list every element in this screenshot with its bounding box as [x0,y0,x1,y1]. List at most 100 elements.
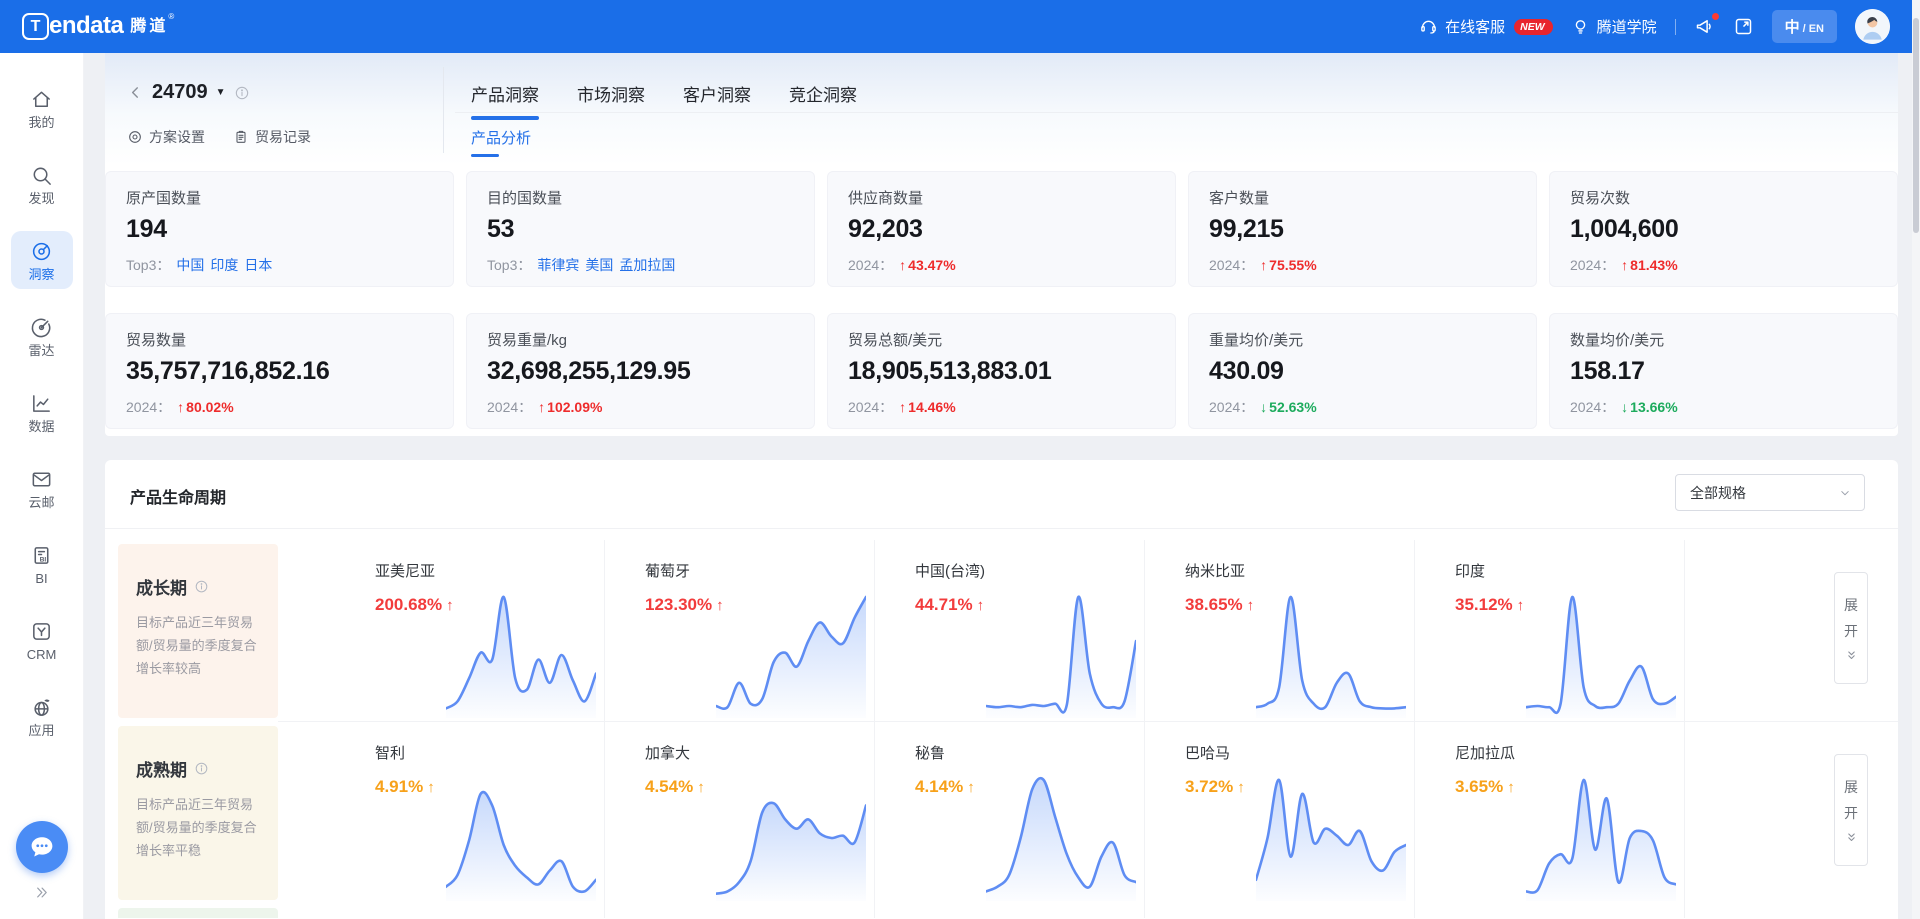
new-badge: NEW [1514,19,1553,35]
sparkline-chart [1526,590,1676,718]
trend-year-label: 2024： [1209,255,1254,275]
sidebar-item-search[interactable]: 发现 [11,155,73,213]
sparkline-chart [716,773,866,901]
top3-link[interactable]: 孟加拉国 [619,255,675,275]
stat-card-footer: Top3： 菲律宾美国孟加拉国 [487,255,794,275]
settings-target-icon [127,129,143,145]
trade-records-link[interactable]: 贸易记录 [233,127,311,147]
expand-button-char: 开 [1844,803,1858,823]
trade-records-label: 贸易记录 [255,127,311,147]
top3-label: Top3： [487,255,531,275]
growth-percentage-value: 3.72% [1185,777,1233,797]
stat-card-footer: 2024：↑43.47% [848,255,1155,275]
country-trend-cell[interactable]: 葡萄牙123.30%↑ [605,540,875,722]
info-icon[interactable] [234,85,250,101]
sidebar-collapse-button[interactable] [34,885,49,905]
scheme-dropdown-caret-icon[interactable]: ▼ [216,87,226,98]
top3-link[interactable]: 中国 [176,255,204,275]
trend-year-label: 2024： [126,397,171,417]
top3-link[interactable]: 印度 [210,255,238,275]
stage-name: 成长期 [136,574,187,599]
country-trend-cell[interactable]: 巴哈马3.72%↑ [1145,722,1415,904]
expand-button[interactable]: 展开 [1834,572,1868,684]
sidebar-item-crm[interactable]: CRM [11,611,73,669]
country-name: 葡萄牙 [645,560,690,581]
scheme-settings-label: 方案设置 [149,127,205,147]
trend-year-label: 2024： [1209,397,1254,417]
stat-cards-row-2: 贸易数量35,757,716,852.162024：↑80.02%贸易重量/kg… [105,313,1898,429]
stat-card-title: 供应商数量 [848,187,1155,208]
info-icon[interactable] [194,579,209,594]
tabs-underline-rule [455,112,1898,113]
expand-button-char: 开 [1844,621,1858,641]
top3-link[interactable]: 美国 [585,255,613,275]
svg-text:BI: BI [40,556,47,563]
sidebar-item-home[interactable]: 我的 [11,79,73,137]
fullscreen-button[interactable] [1733,16,1754,37]
user-avatar[interactable] [1855,9,1890,44]
partial-stage-label-block [118,908,278,918]
scheme-id[interactable]: 24709 [152,81,208,104]
scrollbar-thumb[interactable] [1913,18,1919,233]
language-toggle[interactable]: 中 / EN [1772,10,1837,43]
arrow-up-icon: ↑ [177,399,184,415]
stat-card-value: 158.17 [1570,357,1877,386]
sidebar-item-apps[interactable]: 应用 [11,687,73,745]
scheme-settings-link[interactable]: 方案设置 [127,127,205,147]
sparkline-chart [1256,773,1406,901]
country-trend-cell[interactable]: 秘鲁4.14%↑ [875,722,1145,904]
arrow-up-icon: ↑ [1260,257,1267,273]
academy-link[interactable]: 腾道学院 [1571,16,1657,37]
arrow-up-icon: ↑ [697,779,705,796]
sidebar-item-data[interactable]: 数据 [11,383,73,441]
online-service-link[interactable]: 在线客服 NEW [1419,16,1553,37]
navbar-divider [1675,19,1676,35]
trend-percentage: 102.09% [547,399,602,415]
expand-button[interactable]: 展开 [1834,754,1868,866]
row-spacer [278,722,335,904]
top3-link[interactable]: 菲律宾 [537,255,579,275]
trend-percentage: 52.63% [1269,399,1316,415]
top3-link[interactable]: 日本 [244,255,272,275]
stat-card-title: 数量均价/美元 [1570,329,1877,350]
tab-2[interactable]: 市场洞察 [577,81,645,120]
tab-3[interactable]: 客户洞察 [683,81,751,120]
stat-card-title: 客户数量 [1209,187,1516,208]
stage-description: 目标产品近三年贸易额/贸易量的季度复合增长率较高 [136,612,262,680]
mail-icon [30,468,53,491]
country-trend-cell[interactable]: 加拿大4.54%↑ [605,722,875,904]
stat-card-title: 贸易重量/kg [487,329,794,350]
country-name: 智利 [375,742,405,763]
document-icon [233,129,249,145]
tab-1[interactable]: 产品洞察 [471,81,539,120]
country-trend-cell[interactable]: 亚美尼亚200.68%↑ [335,540,605,722]
chat-bubble-button[interactable] [16,821,68,873]
back-chevron-icon[interactable] [127,84,144,101]
logo-t-icon: T [22,13,49,40]
double-chevron-down-icon [1845,831,1858,844]
country-trend-cell[interactable]: 智利4.91%↑ [335,722,605,904]
country-trend-cell[interactable]: 尼加拉瓜3.65%↑ [1415,722,1685,904]
country-trend-cell[interactable]: 纳米比亚38.65%↑ [1145,540,1415,722]
subtab-product-analysis[interactable]: 产品分析 [471,127,531,148]
page-scrollbar[interactable] [1912,0,1920,919]
stat-card-title: 贸易数量 [126,329,433,350]
stage-description: 目标产品近三年贸易额/贸易量的季度复合增长率平稳 [136,794,262,862]
spec-filter-dropdown[interactable]: 全部规格 [1675,474,1865,511]
insight-icon [30,240,53,263]
tendata-logo[interactable]: Tendata腾道® [22,12,174,41]
sidebar-item-radar[interactable]: 雷达 [11,307,73,365]
country-trend-cell[interactable]: 中国(台湾)44.71%↑ [875,540,1145,722]
stat-card-footer: 2024：↑102.09% [487,397,794,417]
sidebar-item-mail[interactable]: 云邮 [11,459,73,517]
logo-wordmark: endata [49,12,123,39]
announcements-button[interactable] [1694,16,1715,37]
growth-percentage: 38.65%↑ [1185,595,1254,615]
sidebar-item-bi[interactable]: BIBI [11,535,73,593]
sidebar-item-label: 应用 [28,724,54,738]
growth-percentage-value: 44.71% [915,595,973,615]
info-icon[interactable] [194,761,209,776]
tab-4[interactable]: 竞企洞察 [789,81,857,120]
sidebar-item-insight[interactable]: 洞察 [11,231,73,289]
country-trend-cell[interactable]: 印度35.12%↑ [1415,540,1685,722]
